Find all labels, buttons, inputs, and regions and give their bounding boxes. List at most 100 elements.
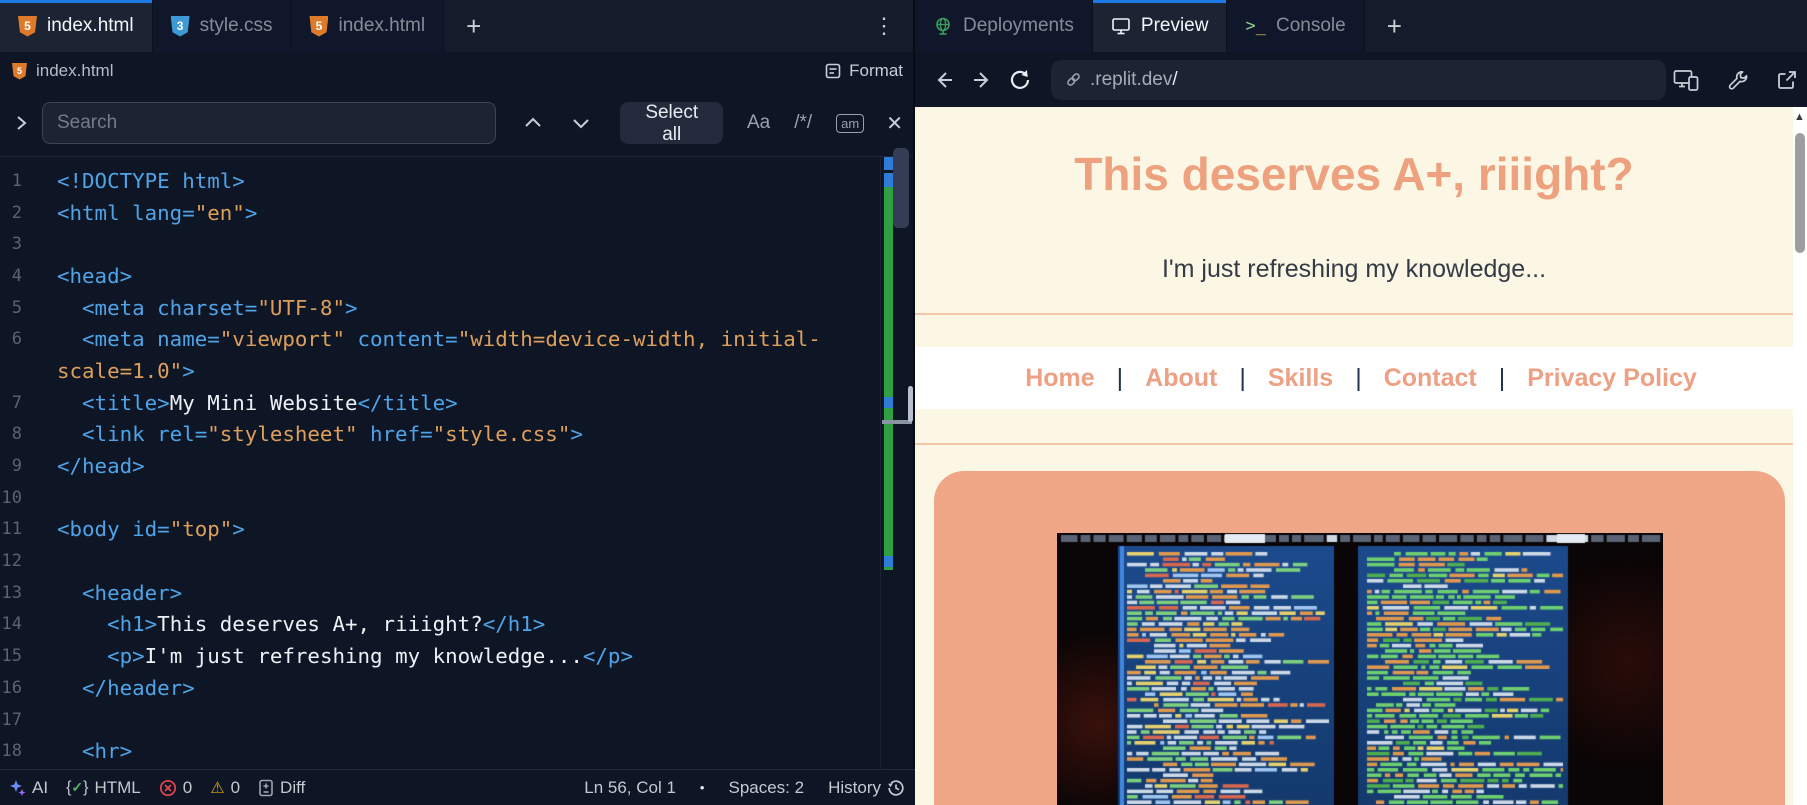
code-line[interactable]: 17 <box>0 704 915 736</box>
editor-scrollbar-thumb[interactable] <box>893 148 909 228</box>
nav-link-skills[interactable]: Skills <box>1268 364 1333 393</box>
url-field[interactable]: .replit.dev/ <box>1051 60 1666 100</box>
close-search-icon[interactable]: ✕ <box>886 111 903 136</box>
new-tab-button[interactable]: + <box>1379 13 1410 39</box>
code-line[interactable]: 1<!DOCTYPE html> <box>0 165 915 197</box>
ruler-marker <box>884 556 893 567</box>
preview-scrollbar-track[interactable]: ▲ <box>1793 107 1807 805</box>
code-line[interactable]: 7 <title>My Mini Website</title> <box>0 387 915 419</box>
indentation-setting[interactable]: Spaces: 2 <box>728 778 804 798</box>
toggle-replace-chevron-icon[interactable] <box>14 114 28 132</box>
back-icon[interactable] <box>932 70 956 90</box>
tab-style-css[interactable]: 3 style.css <box>153 0 292 52</box>
code-line[interactable]: scale=1.0"> <box>0 355 915 387</box>
code-line[interactable]: 15 <p>I'm just refreshing my knowledge..… <box>0 640 915 672</box>
nav-link-about[interactable]: About <box>1145 364 1217 393</box>
code-text: <head> <box>22 264 132 288</box>
preview-scrollbar-thumb[interactable] <box>1795 133 1805 253</box>
new-tab-button[interactable]: + <box>458 13 489 39</box>
nav-separator: | <box>1355 364 1362 393</box>
warning-icon: ⚠ <box>210 778 224 798</box>
devtools-devices-icon[interactable] <box>1673 69 1699 91</box>
ruler-marker <box>884 157 893 170</box>
code-line[interactable]: 16 </header> <box>0 672 915 704</box>
error-count: 0 <box>183 778 192 798</box>
monitor-icon <box>1111 16 1131 36</box>
code-line[interactable]: 4<head> <box>0 260 915 292</box>
code-line[interactable]: 12 <box>0 545 915 577</box>
code-text: scale=1.0"> <box>22 359 195 383</box>
tabbar-filler: + ⋮ <box>444 0 915 52</box>
deployments-globe-icon <box>933 16 953 36</box>
previous-match-icon[interactable] <box>522 116 544 130</box>
code-line[interactable]: 5 <meta charset="UTF-8"> <box>0 292 915 324</box>
code-line[interactable]: 10 <box>0 482 915 514</box>
code-line[interactable]: 13 <header> <box>0 577 915 609</box>
errors-status[interactable]: 0 <box>159 778 192 798</box>
reload-icon[interactable] <box>1008 68 1032 92</box>
line-number: 4 <box>0 266 22 286</box>
line-number: 16 <box>0 678 22 698</box>
language-status[interactable]: {✓} HTML <box>66 778 141 798</box>
tab-label: Preview <box>1141 15 1209 37</box>
console-prompt-icon: >_ <box>1245 16 1266 36</box>
warning-count: 0 <box>231 778 240 798</box>
match-case-toggle[interactable]: Aa <box>747 112 770 134</box>
code-editor[interactable]: 1<!DOCTYPE html>2<html lang="en">34<head… <box>0 157 915 769</box>
rendered-webpage: This deserves A+, riiight? I'm just refr… <box>915 107 1807 805</box>
next-match-icon[interactable] <box>570 116 592 130</box>
code-line[interactable]: 9</head> <box>0 450 915 482</box>
html-file-icon: 5 <box>309 16 328 37</box>
tab-options-kebab-icon[interactable]: ⋮ <box>867 13 901 39</box>
forward-icon[interactable] <box>970 70 994 90</box>
warnings-status[interactable]: ⚠ 0 <box>210 778 240 798</box>
whole-word-toggle[interactable]: am <box>836 114 864 133</box>
scroll-up-arrow-icon[interactable]: ▲ <box>1794 111 1805 123</box>
nav-separator: | <box>1499 364 1506 393</box>
code-line[interactable]: 6 <meta name="viewport" content="width=d… <box>0 323 915 355</box>
cursor-position[interactable]: Ln 56, Col 1 <box>584 778 676 798</box>
ide-window: 5 index.html 3 style.css 5 index.html + … <box>0 0 1807 805</box>
nav-link-home[interactable]: Home <box>1025 364 1094 393</box>
editor-pane: 5 index.html 3 style.css 5 index.html + … <box>0 0 915 805</box>
page-subtitle: I'm just refreshing my knowledge... <box>915 255 1793 284</box>
search-input[interactable] <box>42 102 496 144</box>
wrench-icon[interactable] <box>1727 69 1749 91</box>
code-monitors-photo <box>1057 533 1663 805</box>
bullet-icon: • <box>700 780 705 795</box>
code-line[interactable]: 18 <hr> <box>0 735 915 767</box>
line-number: 7 <box>0 393 22 413</box>
format-icon <box>825 63 841 79</box>
tab-index-html[interactable]: 5 index.html <box>0 0 153 52</box>
tab-index-html-2[interactable]: 5 index.html <box>291 0 444 52</box>
code-line[interactable]: 8 <link rel="stylesheet" href="style.css… <box>0 419 915 451</box>
select-all-button[interactable]: Select all <box>620 102 722 144</box>
diff-status[interactable]: Diff <box>258 778 305 798</box>
tab-label: style.css <box>200 15 273 37</box>
line-number: 11 <box>0 519 22 539</box>
format-button[interactable]: Format <box>825 61 903 81</box>
regex-toggle[interactable]: /*/ <box>794 112 812 134</box>
open-external-icon[interactable] <box>1777 70 1797 90</box>
horizontal-rule <box>915 443 1793 445</box>
ai-status[interactable]: AI <box>10 778 48 798</box>
history-button[interactable]: History <box>828 778 905 798</box>
tab-label: Console <box>1276 15 1346 37</box>
tab-label: Deployments <box>963 15 1074 37</box>
line-number: 2 <box>0 203 22 223</box>
code-line[interactable]: 11<body id="top"> <box>0 514 915 546</box>
ai-label: AI <box>32 778 48 798</box>
line-number: 9 <box>0 456 22 476</box>
code-line[interactable]: 3 <box>0 228 915 260</box>
code-line[interactable]: 14 <h1>This deserves A+, riiight?</h1> <box>0 609 915 641</box>
tab-deployments[interactable]: Deployments <box>915 0 1093 52</box>
tab-console[interactable]: >_ Console <box>1227 0 1364 52</box>
code-line[interactable]: 2<html lang="en"> <box>0 197 915 229</box>
tab-preview[interactable]: Preview <box>1093 0 1228 52</box>
nav-separator: | <box>1117 364 1124 393</box>
code-text: <h1>This deserves A+, riiight?</h1> <box>22 612 545 636</box>
nav-link-privacy-policy[interactable]: Privacy Policy <box>1527 364 1697 393</box>
code-text: </head> <box>22 454 145 478</box>
history-label: History <box>828 778 881 798</box>
nav-link-contact[interactable]: Contact <box>1384 364 1477 393</box>
